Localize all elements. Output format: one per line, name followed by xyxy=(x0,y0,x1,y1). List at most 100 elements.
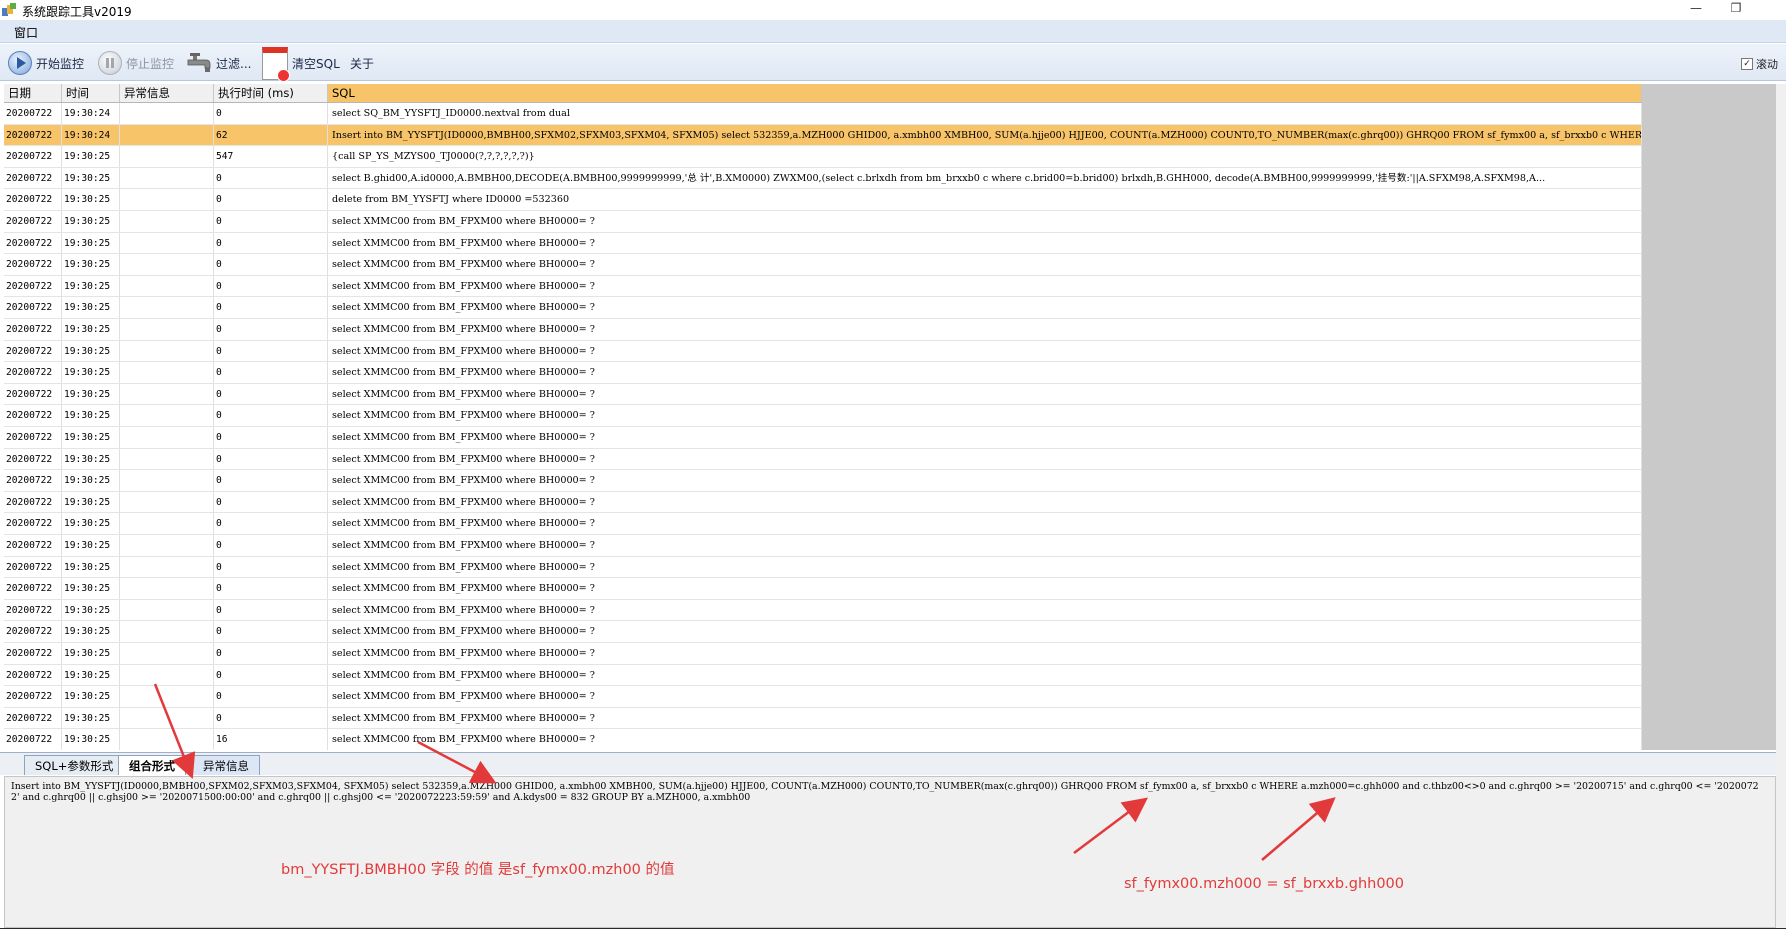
about-button[interactable]: 关于 xyxy=(350,52,374,74)
table-row[interactable]: 20200722 19:30:25 0 select XMMC00 from BM_F… xyxy=(4,297,1642,319)
tab-exceptions[interactable]: 异常信息 xyxy=(192,755,260,775)
col-header-time[interactable]: 时间 xyxy=(62,84,120,102)
cell-time: 19:30:25 xyxy=(62,340,120,362)
cell-exec-time: 0 xyxy=(214,232,328,254)
table-row[interactable]: 20200722 19:30:25 0 select XMMC00 from BM_F… xyxy=(4,362,1642,384)
auto-scroll-label: 滚动 xyxy=(1756,58,1778,71)
table-row[interactable]: 20200722 19:30:25 0 select XMMC00 from BM_F… xyxy=(4,621,1642,643)
cell-date: 20200722 xyxy=(4,578,62,600)
cell-exec-time: 0 xyxy=(214,211,328,232)
cell-sql: select XMMC00 from BM_FPXM00 where BH000… xyxy=(328,275,1642,297)
cell-exec-time: 0 xyxy=(214,427,328,448)
title-bar: 系统跟踪工具v2019 — ❐ xyxy=(0,0,1786,20)
cell-exec-time: 0 xyxy=(214,707,328,729)
col-header-date[interactable]: 日期 xyxy=(4,84,62,102)
table-row[interactable]: 20200722 19:30:25 0 select XMMC00 from BM_F… xyxy=(4,470,1642,492)
filter-button[interactable]: 过滤... xyxy=(186,52,251,74)
table-row[interactable]: 20200722 19:30:25 0 select XMMC00 from BM_F… xyxy=(4,319,1642,341)
cell-exec-time: 0 xyxy=(214,643,328,664)
tab-combined[interactable]: 组合形式 xyxy=(118,755,186,775)
col-header-sql[interactable]: SQL xyxy=(328,84,1642,102)
cell-error xyxy=(120,146,214,168)
table-row[interactable]: 20200722 19:30:25 0 select XMMC00 from BM_F… xyxy=(4,578,1642,600)
table-row[interactable]: 20200722 19:30:25 0 select XMMC00 from BM_F… xyxy=(4,664,1642,687)
cell-sql: select XMMC00 from BM_FPXM00 where BH000… xyxy=(328,470,1642,492)
cell-error xyxy=(120,448,214,470)
table-row[interactable]: 20200722 19:30:25 0 select XMMC00 from BM_F… xyxy=(4,556,1642,579)
table-row[interactable]: 20200722 19:30:25 0 select B.ghid00,A.id00… xyxy=(4,167,1642,190)
table-row[interactable]: 20200722 19:30:25 0 select XMMC00 from BM_F… xyxy=(4,405,1642,427)
cell-error xyxy=(120,167,214,189)
sql-detail-text: Insert into BM_YYSFTJ(ID0000,BMBH00,SFXM… xyxy=(11,781,1759,803)
table-row[interactable]: 20200722 19:30:25 0 delete from BM_YYSFTJ w… xyxy=(4,189,1642,211)
cell-error xyxy=(120,599,214,621)
clear-sql-button[interactable]: 清空SQL xyxy=(262,46,340,82)
start-monitor-button[interactable]: 开始监控 xyxy=(8,51,85,75)
table-row[interactable]: 20200722 19:30:25 0 select XMMC00 from BM_F… xyxy=(4,427,1642,449)
cell-sql: select XMMC00 from BM_FPXM00 where BH000… xyxy=(328,664,1642,686)
cell-time: 19:30:25 xyxy=(62,470,120,492)
clear-sql-label: 清空SQL xyxy=(292,56,340,71)
table-row[interactable]: 20200722 19:30:24 0 select SQ_BM_YYSFTJ_ID… xyxy=(4,103,1642,125)
cell-error xyxy=(120,254,214,276)
cell-sql: select XMMC00 from BM_FPXM00 where BH000… xyxy=(328,707,1642,729)
sql-trace-grid[interactable]: 日期 时间 异常信息 执行时间 (ms) SQL 20200722 19:30:2… xyxy=(4,84,1642,750)
table-row[interactable]: 20200722 19:30:25 0 select XMMC00 from BM_F… xyxy=(4,491,1642,514)
cell-error xyxy=(120,189,214,211)
cell-date: 20200722 xyxy=(4,729,62,750)
cell-error xyxy=(120,535,214,556)
cell-sql: select XMMC00 from BM_FPXM00 where BH000… xyxy=(328,340,1642,362)
cell-error xyxy=(120,513,214,535)
table-row[interactable]: 20200722 19:30:25 16 select XMMC00 from BM_… xyxy=(4,729,1642,750)
cell-time: 19:30:25 xyxy=(62,146,120,168)
table-row[interactable]: 20200722 19:30:25 0 select XMMC00 from BM_F… xyxy=(4,383,1642,406)
table-row[interactable]: 20200722 19:30:25 0 select XMMC00 from BM_F… xyxy=(4,535,1642,557)
cell-date: 20200722 xyxy=(4,383,62,405)
cell-exec-time: 0 xyxy=(214,470,328,492)
detail-tabs: SQL+参数形式 组合形式 异常信息 xyxy=(0,752,1776,775)
sql-detail-panel[interactable]: Insert into BM_YYSFTJ(ID0000,BMBH00,SFXM… xyxy=(4,776,1776,928)
cell-sql: select XMMC00 from BM_FPXM00 where BH000… xyxy=(328,621,1642,643)
table-row[interactable]: 20200722 19:30:25 0 select XMMC00 from BM_F… xyxy=(4,211,1642,233)
cell-time: 19:30:25 xyxy=(62,643,120,664)
cell-time: 19:30:25 xyxy=(62,189,120,211)
table-row[interactable]: 20200722 19:30:25 0 select XMMC00 from BM_F… xyxy=(4,275,1642,298)
minimize-button[interactable]: — xyxy=(1682,0,1710,18)
window-title: 系统跟踪工具v2019 xyxy=(22,5,132,19)
table-row[interactable]: 20200722 19:30:25 0 select XMMC00 from BM_F… xyxy=(4,686,1642,708)
calendar-clear-icon xyxy=(262,46,290,82)
cell-sql: select XMMC00 from BM_FPXM00 where BH000… xyxy=(328,599,1642,621)
menu-window[interactable]: 窗口 xyxy=(14,24,38,41)
start-monitor-label: 开始监控 xyxy=(36,56,85,71)
cell-sql: select XMMC00 from BM_FPXM00 where BH000… xyxy=(328,448,1642,470)
table-row[interactable]: 20200722 19:30:25 0 select XMMC00 from BM_F… xyxy=(4,707,1642,730)
cell-sql: select XMMC00 from BM_FPXM00 where BH000… xyxy=(328,491,1642,513)
stop-monitor-button[interactable]: 停止监控 xyxy=(98,51,174,75)
cell-sql: select XMMC00 from BM_FPXM00 where BH000… xyxy=(328,232,1642,254)
table-row[interactable]: 20200722 19:30:25 0 select XMMC00 from BM_F… xyxy=(4,254,1642,276)
table-row[interactable]: 20200722 19:30:25 0 select XMMC00 from BM_F… xyxy=(4,340,1642,363)
table-row[interactable]: 20200722 19:30:24 62 Insert into BM_YYSFTJ… xyxy=(4,124,1642,147)
table-row[interactable]: 20200722 19:30:25 547 {call SP_YS_MZYS00_TJ… xyxy=(4,146,1642,168)
table-row[interactable]: 20200722 19:30:25 0 select XMMC00 from BM_F… xyxy=(4,643,1642,665)
cell-exec-time: 0 xyxy=(214,254,328,276)
table-row[interactable]: 20200722 19:30:25 0 select XMMC00 from BM_F… xyxy=(4,448,1642,471)
cell-time: 19:30:25 xyxy=(62,621,120,643)
tab-sql-params[interactable]: SQL+参数形式 xyxy=(24,755,125,775)
toolbar: 开始监控 停止监控 过滤... 清空SQL 关于 ✓ 滚动 xyxy=(0,44,1786,82)
col-header-exec-time[interactable]: 执行时间 (ms) xyxy=(214,84,328,102)
col-header-error[interactable]: 异常信息 xyxy=(120,84,214,102)
cell-exec-time: 0 xyxy=(214,167,328,189)
restore-button[interactable]: ❐ xyxy=(1722,0,1750,18)
cell-time: 19:30:25 xyxy=(62,664,120,686)
cell-time: 19:30:25 xyxy=(62,513,120,535)
cell-date: 20200722 xyxy=(4,362,62,384)
table-row[interactable]: 20200722 19:30:25 0 select XMMC00 from BM_F… xyxy=(4,513,1642,535)
cell-sql: select XMMC00 from BM_FPXM00 where BH000… xyxy=(328,535,1642,556)
grid-empty-area xyxy=(1642,84,1776,750)
table-row[interactable]: 20200722 19:30:25 0 select XMMC00 from BM_F… xyxy=(4,599,1642,622)
cell-exec-time: 0 xyxy=(214,448,328,470)
auto-scroll-checkbox[interactable]: ✓ 滚动 xyxy=(1741,56,1778,72)
cell-error xyxy=(120,729,214,750)
table-row[interactable]: 20200722 19:30:25 0 select XMMC00 from BM_F… xyxy=(4,232,1642,255)
